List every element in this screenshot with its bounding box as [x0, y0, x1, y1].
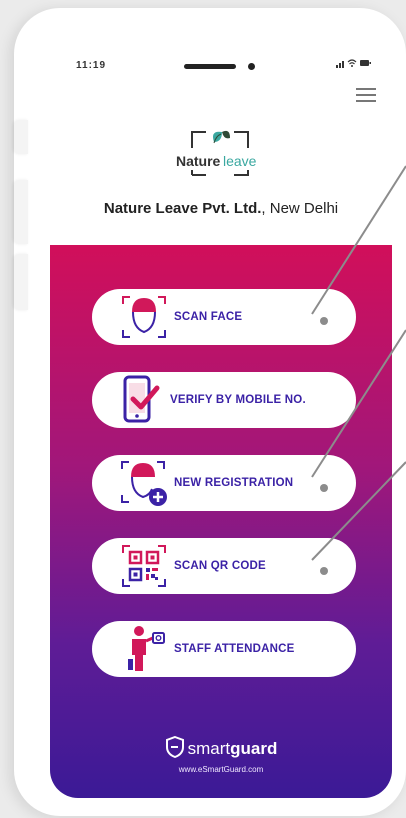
logo-word-nature: Nature	[176, 153, 221, 169]
smartguard-logo: smartguard	[50, 735, 392, 763]
callout-dot	[320, 567, 328, 575]
face-scan-icon	[114, 289, 174, 345]
phone-side-button	[14, 120, 28, 154]
phone-side-button	[14, 180, 28, 244]
hamburger-menu-icon[interactable]	[356, 88, 376, 102]
company-name: Nature Leave Pvt. Ltd.	[103, 200, 262, 217]
scan-face-button[interactable]: SCAN FACE	[92, 289, 356, 345]
notch-camera	[248, 63, 255, 70]
scan-qr-label: SCAN QR CODE	[174, 560, 266, 572]
app-screen: 11:19 Nature leave Nature Leave Pvt. Ltd…	[50, 30, 392, 798]
notch-speaker	[184, 64, 236, 69]
footer-url: www.eSmartGuard.com	[178, 765, 264, 774]
brand-smart: smart	[187, 738, 231, 758]
staff-attendance-button[interactable]: STAFF ATTENDANCE	[92, 621, 356, 677]
scan-face-label: SCAN FACE	[174, 311, 243, 323]
nature-leave-logo: Nature leave	[170, 126, 270, 176]
status-icons	[336, 58, 372, 71]
new-registration-label: NEW REGISTRATION	[174, 477, 294, 489]
action-panel: SCAN FACE VERIFY BY MOBILE NO. NEW REGIS…	[50, 245, 392, 798]
phone-frame: 11:19 Nature leave Nature Leave Pvt. Ltd…	[14, 8, 406, 816]
staff-attendance-label: STAFF ATTENDANCE	[174, 643, 295, 655]
phone-side-button	[14, 254, 28, 310]
verify-mobile-button[interactable]: VERIFY BY MOBILE NO.	[92, 372, 356, 428]
company-line: Nature Leave Pvt. Ltd., New Delhi	[50, 200, 392, 217]
new-registration-button[interactable]: NEW REGISTRATION	[92, 455, 356, 511]
status-time: 11:19	[76, 60, 107, 71]
face-add-icon	[114, 455, 174, 511]
qr-code-icon	[114, 538, 174, 594]
company-location: , New Delhi	[261, 200, 339, 217]
scan-qr-button[interactable]: SCAN QR CODE	[92, 538, 356, 594]
callout-dot	[320, 484, 328, 492]
staff-attendance-icon	[114, 621, 174, 677]
logo-word-leave: leave	[223, 153, 257, 169]
smartguard-shield-icon	[165, 735, 185, 763]
callout-dot	[320, 317, 328, 325]
brand-guard: guard	[230, 738, 278, 758]
verify-mobile-label: VERIFY BY MOBILE NO.	[170, 394, 306, 406]
mobile-check-icon	[110, 372, 170, 428]
